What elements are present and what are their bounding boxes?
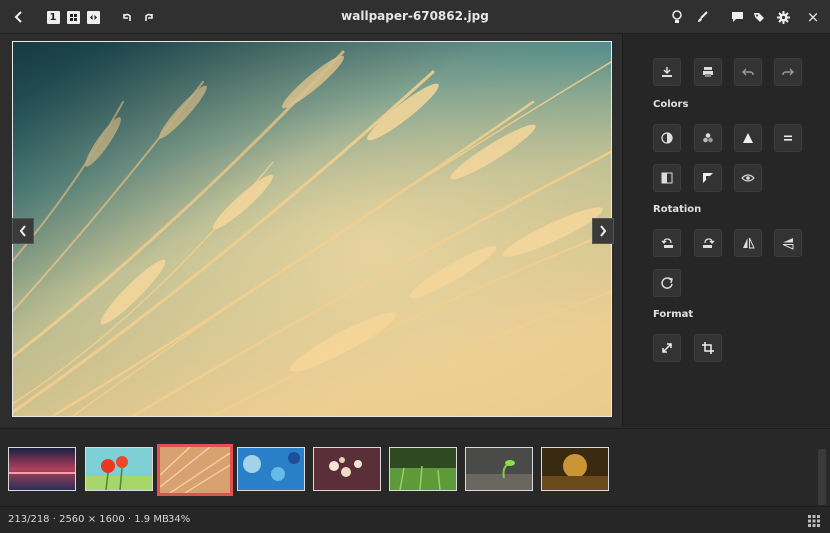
gear-icon (776, 10, 790, 24)
filmstrip (0, 428, 830, 507)
rotate-icon (660, 276, 673, 289)
chat-icon (731, 12, 743, 22)
colors-section-label: Colors (653, 99, 689, 110)
resize-icon (662, 343, 672, 353)
flip-horizontal-button[interactable] (734, 229, 762, 257)
grid-view-icon (66, 10, 80, 24)
contrast-icon (661, 132, 673, 144)
single-view-icon: 1 (46, 10, 60, 24)
resize-button[interactable] (653, 334, 681, 362)
wheat-grass-photo (13, 42, 611, 416)
rotate-left-button[interactable] (116, 6, 138, 28)
rotate-free-button[interactable] (653, 269, 681, 297)
eye-icon (741, 174, 755, 182)
main-image[interactable] (12, 41, 612, 417)
undo-button[interactable] (734, 58, 762, 86)
compare-view-icon (86, 10, 100, 24)
next-image-button[interactable] (592, 218, 614, 244)
close-icon: × (806, 8, 820, 26)
thumbnail-blossoms[interactable] (313, 447, 381, 491)
back-button[interactable] (8, 6, 30, 28)
invert-icon (703, 173, 713, 183)
status-bar: 213/218 · 2560 × 1600 · 1.9 MB 34% (0, 506, 830, 533)
settings-button[interactable] (772, 6, 794, 28)
window-title: wallpaper-670862.jpg (341, 9, 489, 23)
flip-vertical-button[interactable] (774, 229, 802, 257)
image-info: 213/218 · 2560 × 1600 · 1.9 MB (8, 514, 169, 525)
equals-icon (784, 135, 792, 141)
zoom-level[interactable]: 34% (168, 507, 190, 533)
thumbnail-golden-grass[interactable] (157, 444, 233, 496)
levels-button[interactable] (734, 124, 762, 152)
view-single-button[interactable]: 1 (42, 6, 64, 28)
flip-vertical-icon (782, 237, 794, 250)
tags-button[interactable] (748, 6, 770, 28)
undo-icon (742, 68, 754, 76)
grid-icon[interactable] (808, 515, 820, 527)
color-balance-button[interactable] (694, 124, 722, 152)
rotate-ccw-button[interactable] (653, 229, 681, 257)
crop-icon (702, 342, 714, 354)
redo-icon (782, 68, 794, 76)
print-button[interactable] (694, 58, 722, 86)
rotate-cw-button[interactable] (694, 229, 722, 257)
crop-button[interactable] (694, 334, 722, 362)
image-viewer (0, 34, 622, 427)
rgb-icon (703, 133, 713, 143)
edit-button[interactable] (692, 6, 714, 28)
previous-image-button[interactable] (12, 218, 34, 244)
contrast-button[interactable] (653, 124, 681, 152)
levels-icon (743, 133, 753, 143)
grayscale-button[interactable] (653, 164, 681, 192)
equalize-button[interactable] (774, 124, 802, 152)
rotate-right-icon (145, 13, 153, 21)
title-bar: 1 wallpaper-670862.jpg × (0, 0, 830, 34)
thumbnail-sunset-sea[interactable] (8, 447, 76, 491)
save-icon (662, 67, 672, 77)
red-eye-button[interactable] (734, 164, 762, 192)
thumbnail-green-field[interactable] (389, 447, 457, 491)
chevron-left-icon (19, 225, 26, 237)
comments-button[interactable] (726, 6, 748, 28)
brush-icon (698, 11, 708, 22)
lightbulb-button[interactable] (666, 6, 688, 28)
edit-side-panel: Colors Rotation Format (622, 34, 830, 427)
thumbnail-red-poppies[interactable] (85, 447, 153, 491)
thumbnail-sprout[interactable] (465, 447, 533, 491)
thumbnail-blue-bokeh[interactable] (237, 447, 305, 491)
chevron-right-icon (600, 225, 607, 237)
tags-icon (753, 13, 764, 22)
format-section-label: Format (653, 309, 694, 320)
rotate-left-icon (661, 237, 673, 248)
view-grid-button[interactable] (62, 6, 84, 28)
invert-button[interactable] (694, 164, 722, 192)
redo-button[interactable] (774, 58, 802, 86)
chevron-left-icon (14, 11, 22, 23)
thumbnail-golden-light[interactable] (541, 447, 609, 491)
save-button[interactable] (653, 58, 681, 86)
view-compare-button[interactable] (82, 6, 104, 28)
close-button[interactable]: × (802, 6, 824, 28)
rotate-left-icon (123, 13, 131, 21)
flip-horizontal-icon (742, 237, 755, 249)
bulb-icon (672, 10, 682, 23)
rotate-right-button[interactable] (138, 6, 160, 28)
filmstrip-scrollbar[interactable] (818, 449, 826, 505)
rotation-section-label: Rotation (653, 204, 702, 215)
grayscale-icon (661, 172, 673, 184)
rotate-right-icon (702, 237, 714, 248)
print-icon (703, 67, 713, 77)
